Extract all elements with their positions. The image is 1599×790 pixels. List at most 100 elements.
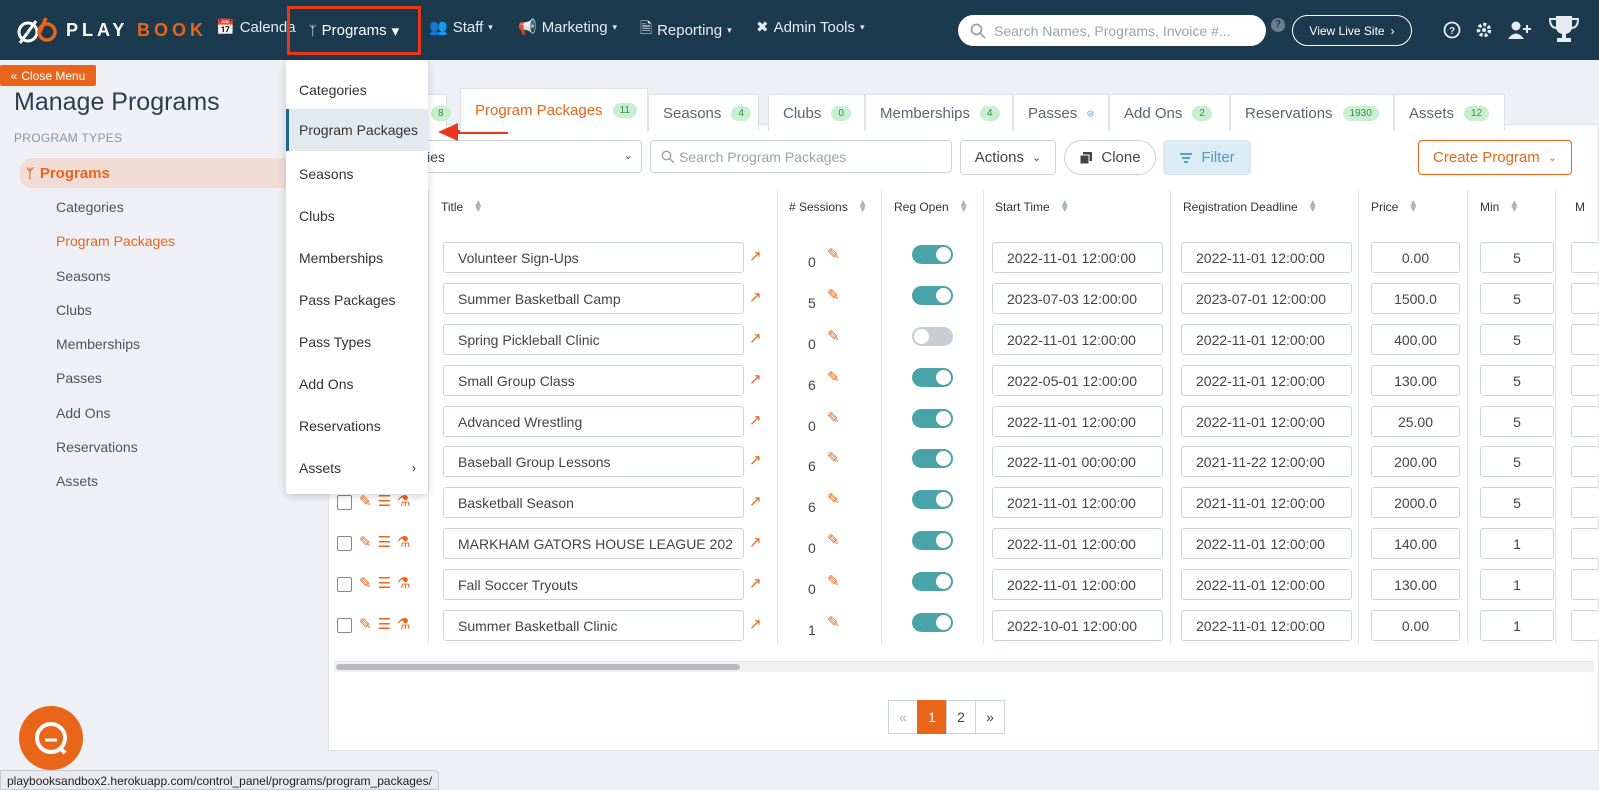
actions-button[interactable]: Actions ⌄: [960, 140, 1056, 175]
edit-icon[interactable]: ✎: [359, 533, 372, 551]
price-input[interactable]: 2000.0: [1371, 487, 1460, 518]
reg-open-toggle[interactable]: [912, 368, 953, 387]
menu-item-pass-packages[interactable]: Pass Packages: [286, 281, 428, 319]
reg-open-toggle[interactable]: [912, 449, 953, 468]
max-input[interactable]: [1571, 569, 1599, 600]
external-link-icon[interactable]: ↗: [749, 411, 762, 429]
min-input[interactable]: 5: [1480, 406, 1554, 437]
start-time-input[interactable]: 2021-11-01 12:00:00: [992, 487, 1163, 518]
column-header-reg-open[interactable]: Reg Open ▲ ▼: [894, 199, 969, 215]
registration-deadline-input[interactable]: 2022-11-01 12:00:00: [1181, 365, 1352, 396]
sidebar-item-programs[interactable]: ᛉ Programs: [20, 158, 290, 188]
help-icon[interactable]: ?: [1443, 21, 1461, 39]
column-header-sessions[interactable]: # Sessions ▲ ▼: [789, 199, 868, 215]
sidebar-item-seasons[interactable]: Seasons: [56, 268, 110, 284]
column-header-registration-deadline[interactable]: Registration Deadline ▲ ▼: [1183, 199, 1318, 215]
title-input[interactable]: Basketball Season: [443, 487, 744, 518]
menu-item-reservations[interactable]: Reservations: [286, 407, 428, 445]
row-checkbox[interactable]: [337, 495, 352, 510]
title-input[interactable]: Summer Basketball Camp: [443, 283, 744, 314]
max-input[interactable]: [1571, 283, 1599, 314]
playbook-logo[interactable]: PLAY BOOK: [16, 14, 207, 46]
title-input[interactable]: Baseball Group Lessons: [443, 446, 744, 477]
reg-open-toggle[interactable]: [912, 327, 953, 346]
external-link-icon[interactable]: ↗: [749, 247, 762, 265]
nav-admin-tools[interactable]: ✖ Admin Tools ▾: [756, 18, 865, 37]
max-input[interactable]: [1571, 406, 1599, 437]
menu-item-memberships[interactable]: Memberships: [286, 239, 428, 277]
price-input[interactable]: 400.00: [1371, 324, 1460, 355]
title-input[interactable]: Spring Pickleball Clinic: [443, 324, 744, 355]
max-input[interactable]: [1571, 365, 1599, 396]
registration-deadline-input[interactable]: 2022-11-01 12:00:00: [1181, 324, 1352, 355]
pagination-page-1[interactable]: 1: [917, 700, 947, 734]
column-header-start-time[interactable]: Start Time ▲ ▼: [995, 199, 1070, 215]
registration-deadline-input[interactable]: 2022-11-01 12:00:00: [1181, 569, 1352, 600]
title-input[interactable]: Fall Soccer Tryouts: [443, 569, 744, 600]
title-input[interactable]: Volunteer Sign-Ups: [443, 242, 744, 273]
external-link-icon[interactable]: ↗: [749, 492, 762, 510]
menu-item-program-packages[interactable]: Program Packages: [286, 109, 428, 151]
edit-sessions-icon[interactable]: ✎: [827, 572, 840, 590]
menu-item-categories[interactable]: Categories: [286, 71, 428, 109]
price-input[interactable]: 140.00: [1371, 528, 1460, 559]
pagination-page-2[interactable]: 2: [946, 700, 976, 734]
edit-icon[interactable]: ✎: [359, 492, 372, 510]
view-live-site-button[interactable]: View Live Site ›: [1292, 15, 1412, 46]
tab-add-ons[interactable]: Add Ons 2: [1109, 94, 1230, 131]
tab-passes[interactable]: Passes: [1013, 94, 1109, 131]
column-header-title[interactable]: Title ▲ ▼: [441, 199, 483, 215]
start-time-input[interactable]: 2023-07-03 12:00:00: [992, 283, 1163, 314]
edit-sessions-icon[interactable]: ✎: [827, 613, 840, 631]
column-header-min[interactable]: Min ▲ ▼: [1480, 199, 1519, 215]
external-link-icon[interactable]: ↗: [749, 370, 762, 388]
nav-staff[interactable]: 👥 Staff ▾: [429, 18, 493, 37]
registration-deadline-input[interactable]: 2021-11-01 12:00:00: [1181, 487, 1352, 518]
price-input[interactable]: 1500.0: [1371, 283, 1460, 314]
price-input[interactable]: 200.00: [1371, 446, 1460, 477]
price-input[interactable]: 0.00: [1371, 610, 1460, 641]
reg-open-toggle[interactable]: [912, 531, 953, 550]
sidebar-item-program-packages[interactable]: Program Packages: [56, 233, 175, 249]
search-help-icon[interactable]: ?: [1271, 18, 1285, 32]
min-input[interactable]: 5: [1480, 283, 1554, 314]
sidebar-item-add-ons[interactable]: Add Ons: [56, 405, 110, 421]
tab-seasons[interactable]: Seasons 4: [648, 94, 759, 131]
column-header-max[interactable]: M: [1575, 200, 1599, 214]
min-input[interactable]: 5: [1480, 446, 1554, 477]
reg-open-toggle[interactable]: [912, 490, 953, 509]
menu-item-clubs[interactable]: Clubs: [286, 197, 428, 235]
price-input[interactable]: 0.00: [1371, 242, 1460, 273]
edit-sessions-icon[interactable]: ✎: [827, 368, 840, 386]
reg-open-toggle[interactable]: [912, 572, 953, 591]
max-input[interactable]: [1571, 487, 1599, 518]
edit-sessions-icon[interactable]: ✎: [827, 286, 840, 304]
reg-open-toggle[interactable]: [912, 613, 953, 632]
title-input[interactable]: Advanced Wrestling: [443, 406, 744, 437]
search-program-packages-input[interactable]: Search Program Packages: [650, 140, 952, 173]
list-icon[interactable]: ☰: [378, 492, 391, 510]
tab-assets[interactable]: Assets 12: [1394, 94, 1505, 131]
external-link-icon[interactable]: ↗: [749, 288, 762, 306]
max-input[interactable]: [1571, 446, 1599, 477]
nav-programs[interactable]: ᛉ Programs ▾: [287, 6, 421, 55]
start-time-input[interactable]: 2022-11-01 12:00:00: [992, 324, 1163, 355]
start-time-input[interactable]: 2022-11-01 12:00:00: [992, 406, 1163, 437]
reg-open-toggle[interactable]: [912, 286, 953, 305]
pagination-prev[interactable]: «: [888, 700, 918, 734]
start-time-input[interactable]: 2022-10-01 12:00:00: [992, 610, 1163, 641]
nav-marketing[interactable]: 📢 Marketing ▾: [518, 18, 617, 37]
external-link-icon[interactable]: ↗: [749, 533, 762, 551]
price-input[interactable]: 130.00: [1371, 365, 1460, 396]
category-select[interactable]: ies ⌄: [420, 140, 642, 173]
flask-icon[interactable]: ⚗: [397, 492, 410, 510]
min-input[interactable]: 5: [1480, 242, 1554, 273]
title-input[interactable]: Summer Basketball Clinic: [443, 610, 744, 641]
flask-icon[interactable]: ⚗: [397, 533, 410, 551]
start-time-input[interactable]: 2022-11-01 12:00:00: [992, 569, 1163, 600]
price-input[interactable]: 25.00: [1371, 406, 1460, 437]
row-checkbox[interactable]: [337, 536, 352, 551]
max-input[interactable]: [1571, 610, 1599, 641]
min-input[interactable]: 1: [1480, 610, 1554, 641]
edit-icon[interactable]: ✎: [359, 615, 372, 633]
